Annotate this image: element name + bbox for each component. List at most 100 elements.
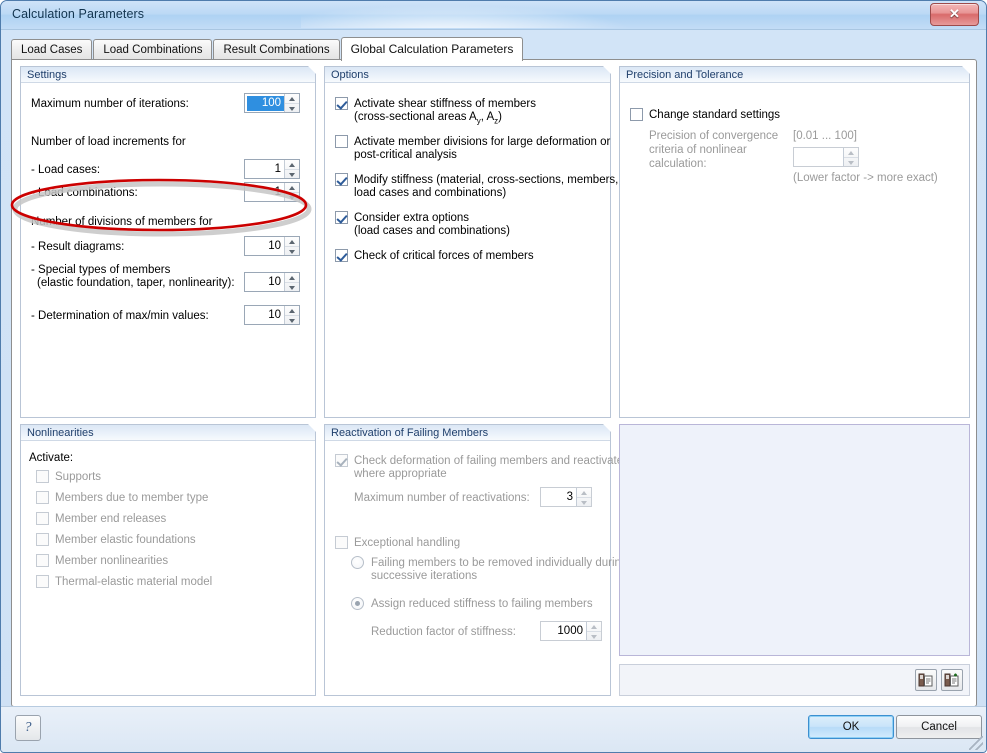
max-iterations-label: Maximum number of iterations:	[31, 98, 189, 110]
close-button[interactable]: ✕	[930, 3, 979, 26]
result-diagrams-spinner[interactable]: 10	[244, 236, 300, 256]
special-types-label-line2: (elastic foundation, taper, nonlinearity…	[37, 277, 235, 289]
special-types-value[interactable]: 10	[247, 275, 284, 290]
label-max-reactivations: Maximum number of reactivations:	[354, 492, 530, 504]
radio-assign-reduced-stiffness[interactable]	[351, 597, 364, 610]
special-types-arrows[interactable]	[284, 273, 299, 291]
reduction-factor-value[interactable]: 1000	[543, 624, 586, 639]
paste-settings-button[interactable]	[941, 669, 963, 691]
tab-strip: Load Cases Load Combinations Result Combin…	[11, 37, 524, 61]
resize-grip[interactable]	[969, 736, 983, 750]
load-combinations-value[interactable]: 1	[247, 185, 284, 200]
checkbox-exceptional-handling[interactable]	[335, 536, 348, 549]
maxmin-label: - Determination of max/min values:	[31, 310, 209, 322]
copy-settings-button[interactable]	[915, 669, 937, 691]
max-iterations-value[interactable]: 100	[247, 96, 284, 111]
load-cases-value[interactable]: 1	[247, 162, 284, 177]
ok-button[interactable]: OK	[808, 715, 894, 739]
spinner-down-icon[interactable]	[285, 282, 299, 292]
label-members-due-to-member-type: Members due to member type	[55, 492, 209, 504]
checkbox-thermal-elastic-material-model[interactable]	[36, 575, 49, 588]
label-consider-extra-options-line1: Consider extra options	[354, 212, 470, 224]
label-activate-member-divisions-line1: Activate member divisions for large defo…	[354, 136, 611, 148]
tab-global-calculation-parameters[interactable]: Global Calculation Parameters	[340, 37, 524, 61]
checkbox-member-end-releases[interactable]	[36, 512, 49, 525]
label-member-end-releases: Member end releases	[55, 513, 167, 525]
checkbox-change-standard-settings[interactable]	[630, 108, 643, 121]
result-diagrams-arrows[interactable]	[284, 237, 299, 255]
spinner-down-icon[interactable]	[577, 497, 591, 507]
spinner-up-icon[interactable]	[844, 148, 858, 157]
tab-load-combinations[interactable]: Load Combinations	[93, 39, 213, 61]
spinner-down-icon[interactable]	[285, 103, 299, 113]
tab-load-cases[interactable]: Load Cases	[11, 39, 93, 61]
precision-arrows[interactable]	[843, 148, 858, 166]
spinner-down-icon[interactable]	[285, 246, 299, 256]
label-precision-line1: Precision of convergence	[649, 130, 779, 142]
load-cases-label: - Load cases:	[31, 164, 101, 176]
precision-group-header: Precision and Tolerance	[620, 66, 970, 83]
checkbox-check-deformation[interactable]	[335, 454, 348, 467]
max-reactivations-arrows[interactable]	[576, 488, 591, 506]
checkbox-member-elastic-foundations[interactable]	[36, 533, 49, 546]
result-diagrams-value[interactable]: 10	[247, 239, 284, 254]
help-icon: ?	[24, 720, 32, 735]
maxmin-value[interactable]: 10	[247, 308, 284, 323]
load-cases-spinner[interactable]: 1	[244, 159, 300, 179]
help-button[interactable]: ?	[15, 715, 41, 741]
checkbox-activate-member-divisions[interactable]	[335, 135, 348, 148]
spinner-up-icon[interactable]	[577, 488, 591, 497]
copy-settings-icon	[918, 673, 933, 687]
options-group-header: Options	[325, 66, 611, 83]
tab-result-combinations[interactable]: Result Combinations	[213, 39, 340, 61]
max-reactivations-spinner[interactable]: 3	[540, 487, 592, 507]
spinner-down-icon[interactable]	[285, 192, 299, 202]
maxmin-arrows[interactable]	[284, 306, 299, 324]
spinner-up-icon[interactable]	[285, 160, 299, 169]
options-group-body: Activate shear stiffness of members (cro…	[325, 84, 618, 417]
precision-group-body: Change standard settings Precision of co…	[620, 84, 969, 417]
label-thermal-elastic-material-model: Thermal-elastic material model	[55, 576, 213, 588]
spinner-up-icon[interactable]	[285, 94, 299, 103]
dialog-footer: ? OK Cancel	[1, 706, 986, 752]
checkbox-activate-shear-stiffness[interactable]	[335, 97, 348, 110]
radio-remove-failing-members[interactable]	[351, 556, 364, 569]
checkbox-consider-extra-options[interactable]	[335, 211, 348, 224]
maxmin-spinner[interactable]: 10	[244, 305, 300, 325]
label-activate-shear-stiffness: Activate shear stiffness of members	[354, 98, 536, 110]
paste-settings-icon	[944, 673, 959, 687]
spinner-up-icon[interactable]	[285, 306, 299, 315]
settings-group-body: Maximum number of iterations: 100 Number…	[21, 84, 315, 417]
reactivation-group-header: Reactivation of Failing Members	[325, 424, 611, 441]
checkbox-members-due-to-member-type[interactable]	[36, 491, 49, 504]
spinner-up-icon[interactable]	[285, 273, 299, 282]
spinner-down-icon[interactable]	[844, 157, 858, 167]
max-iterations-spinner[interactable]: 100	[244, 93, 300, 113]
spinner-down-icon[interactable]	[587, 631, 601, 641]
spinner-down-icon[interactable]	[285, 169, 299, 179]
spinner-up-icon[interactable]	[587, 622, 601, 631]
precision-value-spinner[interactable]	[793, 147, 859, 167]
checkbox-modify-stiffness[interactable]	[335, 173, 348, 186]
spinner-up-icon[interactable]	[285, 237, 299, 246]
load-combinations-label: - Load combinations:	[31, 187, 138, 199]
load-cases-arrows[interactable]	[284, 160, 299, 178]
spinner-down-icon[interactable]	[285, 315, 299, 325]
load-combinations-spinner[interactable]: 1	[244, 182, 300, 202]
load-combinations-arrows[interactable]	[284, 183, 299, 201]
reactivation-group: Reactivation of Failing Members Check de…	[324, 424, 627, 696]
nonlinearities-group: Nonlinearities Activate: Supports Member…	[20, 424, 316, 696]
divisions-label: Number of divisions of members for	[31, 216, 213, 228]
precision-value[interactable]	[796, 150, 843, 165]
special-types-spinner[interactable]: 10	[244, 272, 300, 292]
max-iterations-arrows[interactable]	[284, 94, 299, 112]
max-reactivations-value[interactable]: 3	[543, 490, 576, 505]
checkbox-supports[interactable]	[36, 470, 49, 483]
title-bar-glow	[301, 1, 661, 28]
spinner-up-icon[interactable]	[285, 183, 299, 192]
checkbox-member-nonlinearities[interactable]	[36, 554, 49, 567]
reduction-factor-spinner[interactable]: 1000	[540, 621, 602, 641]
reduction-factor-arrows[interactable]	[586, 622, 601, 640]
checkbox-check-critical-forces[interactable]	[335, 249, 348, 262]
settings-group: Settings Maximum number of iterations: 1…	[20, 66, 316, 418]
